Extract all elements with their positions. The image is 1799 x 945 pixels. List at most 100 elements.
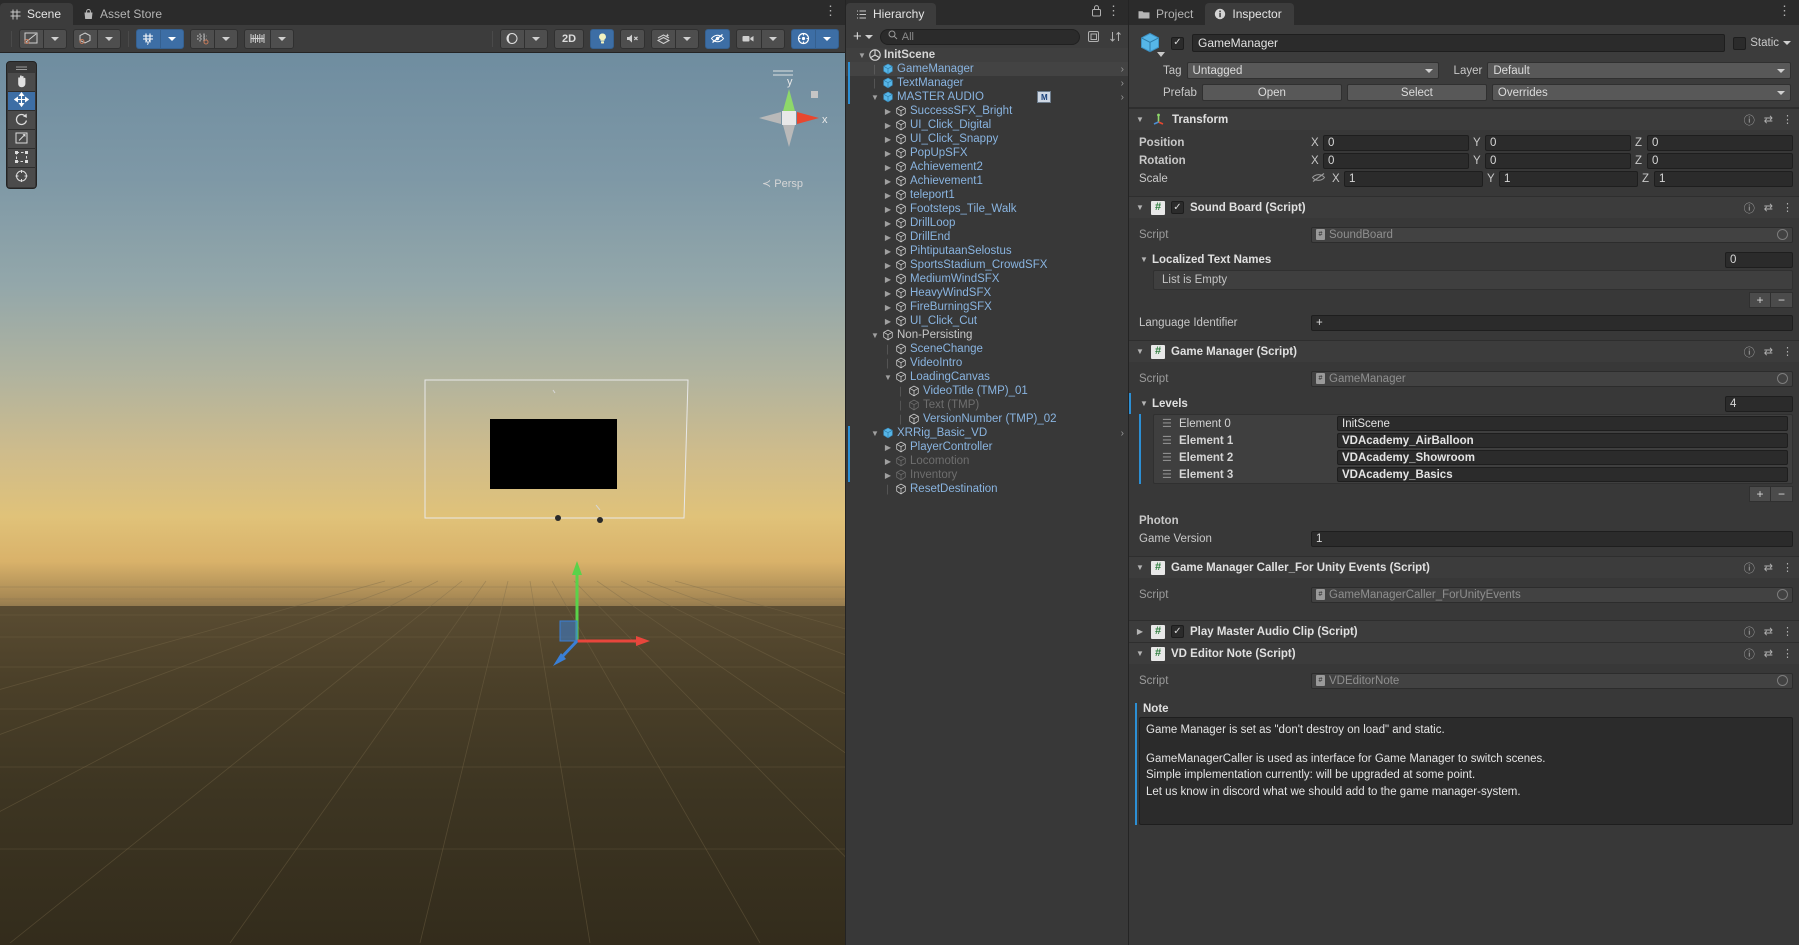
hierarchy-item[interactable]: ▶PihtiputaanSelostus (846, 244, 1128, 258)
scale-x[interactable]: X1 (1332, 171, 1483, 187)
preset-icon[interactable]: ⇄ (1764, 647, 1773, 660)
projection-mode-label[interactable]: ≺Persp (762, 177, 803, 190)
rotation-x[interactable]: X0 (1311, 153, 1469, 169)
list-size-field[interactable]: 4 (1725, 396, 1793, 412)
sort-icon[interactable] (1106, 28, 1124, 46)
snap-increment-icon[interactable] (190, 29, 214, 49)
kebab-menu-icon[interactable]: ⋮ (1782, 647, 1793, 660)
rect-tool[interactable] (8, 149, 35, 168)
chevron-down-icon[interactable]: ▼ (856, 51, 868, 60)
tab-asset-store[interactable]: Asset Store (73, 3, 174, 25)
hierarchy-item[interactable]: │TextManager› (846, 76, 1128, 90)
chevron-down-icon[interactable] (1157, 52, 1165, 57)
hierarchy-item[interactable]: ▶SuccessSFX_Bright (846, 104, 1128, 118)
position-z-field[interactable]: 0 (1647, 135, 1793, 151)
hierarchy-item[interactable]: ▶Locomotion (846, 454, 1128, 468)
chevron-right-icon[interactable]: › (1121, 92, 1128, 103)
layer-dropdown[interactable]: Default (1487, 62, 1791, 79)
scale-y-field[interactable]: 1 (1499, 171, 1638, 187)
object-picker-icon[interactable] (1777, 589, 1788, 600)
hierarchy-item[interactable]: ▶PlayerController (846, 440, 1128, 454)
hierarchy-item[interactable]: │Text (TMP) (846, 398, 1128, 412)
grid-snap-dropdown[interactable] (160, 29, 184, 49)
kebab-menu-icon[interactable]: ⋮ (1782, 345, 1793, 358)
tool-palette-grip[interactable] (8, 63, 35, 73)
grid-visibility-icon[interactable] (244, 29, 270, 49)
hierarchy-item[interactable]: ▼Non-Persisting (846, 328, 1128, 342)
hierarchy-item[interactable]: ▶MediumWindSFX (846, 272, 1128, 286)
help-icon[interactable]: ⓘ (1744, 624, 1755, 640)
scale-x-field[interactable]: 1 (1344, 171, 1483, 187)
hierarchy-item[interactable]: │VideoTitle (TMP)_01 (846, 384, 1128, 398)
chevron-right-icon[interactable]: ▶ (882, 261, 894, 270)
drag-handle-icon[interactable]: ☰ (1162, 417, 1173, 430)
rotation-x-field[interactable]: 0 (1323, 153, 1469, 169)
chevron-right-icon[interactable]: ▶ (882, 135, 894, 144)
chevron-down-icon[interactable]: ▼ (869, 93, 881, 102)
chevron-down-icon[interactable]: ▼ (869, 429, 881, 438)
hierarchy-item[interactable]: │VersionNumber (TMP)_02 (846, 412, 1128, 426)
scale-y[interactable]: Y1 (1487, 171, 1638, 187)
component-header[interactable]: ▼ # ✓ Sound Board (Script) ⓘ ⇄ ⋮ (1129, 197, 1799, 218)
hierarchy-item[interactable]: ▶FireBurningSFX (846, 300, 1128, 314)
hierarchy-item[interactable]: ▶DrillLoop (846, 216, 1128, 230)
chevron-right-icon[interactable]: ▶ (882, 205, 894, 214)
hierarchy-item[interactable]: ▶PopUpSFX (846, 146, 1128, 160)
hidden-objects-icon[interactable] (705, 29, 730, 49)
snap-increment-dropdown[interactable] (214, 29, 238, 49)
help-icon[interactable]: ⓘ (1744, 646, 1755, 662)
scale-z[interactable]: Z1 (1642, 171, 1793, 187)
list-add-button[interactable]: + (1749, 292, 1771, 308)
list-item[interactable]: ☰ Element 2 VDAcademy_Showroom (1154, 449, 1792, 466)
chevron-down-icon[interactable]: ▼ (882, 373, 894, 382)
foldout-arrow-icon[interactable]: ▼ (1135, 649, 1145, 658)
list-remove-button[interactable]: − (1771, 292, 1793, 308)
chevron-right-icon[interactable]: ▶ (882, 233, 894, 242)
rotation-y-field[interactable]: 0 (1485, 153, 1631, 169)
chevron-right-icon[interactable]: ▶ (882, 177, 894, 186)
preset-icon[interactable]: ⇄ (1764, 201, 1773, 214)
chevron-right-icon[interactable]: ▶ (882, 247, 894, 256)
hierarchy-item[interactable]: ▶UI_Click_Digital (846, 118, 1128, 132)
search-window-icon[interactable] (1084, 28, 1102, 46)
static-toggle[interactable]: Static (1733, 37, 1791, 50)
scale-tool[interactable] (8, 130, 35, 149)
hierarchy-item[interactable]: ▶Inventory (846, 468, 1128, 482)
shading-sphere-icon[interactable] (500, 29, 524, 49)
hierarchy-item[interactable]: ▶UI_Click_Snappy (846, 132, 1128, 146)
chevron-right-icon[interactable]: ▶ (882, 121, 894, 130)
constrain-proportions-off-icon[interactable] (1311, 172, 1326, 186)
drag-handle-icon[interactable]: ☰ (1162, 451, 1173, 464)
chevron-right-icon[interactable]: ▶ (882, 191, 894, 200)
hierarchy-item[interactable]: ▶HeavyWindSFX (846, 286, 1128, 300)
position-y[interactable]: Y0 (1473, 135, 1631, 151)
static-checkbox[interactable] (1733, 37, 1746, 50)
chevron-right-icon[interactable]: ▶ (882, 289, 894, 298)
foldout-arrow-icon[interactable]: ▼ (1135, 115, 1145, 124)
hierarchy-item[interactable]: ▶SportsStadium_CrowdSFX (846, 258, 1128, 272)
object-picker-icon[interactable] (1777, 373, 1788, 384)
hierarchy-search-input[interactable]: All (880, 29, 1080, 45)
position-x-field[interactable]: 0 (1323, 135, 1469, 151)
tag-dropdown[interactable]: Untagged (1187, 62, 1439, 79)
hierarchy-add-button[interactable]: + (850, 29, 876, 44)
help-icon[interactable]: ⓘ (1744, 112, 1755, 128)
audio-mute-icon[interactable] (620, 29, 645, 49)
chevron-down-icon[interactable] (1783, 41, 1791, 45)
gizmo-cube-icon[interactable] (73, 29, 97, 49)
chevron-right-icon[interactable]: ▶ (882, 317, 894, 326)
hierarchy-item[interactable]: │VideoIntro (846, 356, 1128, 370)
hierarchy-item[interactable]: ▶Achievement1 (846, 174, 1128, 188)
hierarchy-item[interactable]: │SceneChange (846, 342, 1128, 356)
preset-icon[interactable]: ⇄ (1764, 561, 1773, 574)
foldout-arrow-icon[interactable]: ▼ (1135, 347, 1145, 356)
prefab-overrides-dropdown[interactable]: Overrides (1492, 84, 1791, 101)
drag-handle-icon[interactable]: ☰ (1162, 434, 1173, 447)
object-enabled-checkbox[interactable]: ✓ (1171, 37, 1184, 50)
prefab-select-button[interactable]: Select (1347, 84, 1487, 101)
shading-dropdown[interactable] (524, 29, 548, 49)
chevron-right-icon[interactable]: ▶ (882, 219, 894, 228)
hierarchy-item[interactable]: ▼LoadingCanvas (846, 370, 1128, 384)
hierarchy-item[interactable]: │ResetDestination (846, 482, 1128, 496)
effects-dropdown[interactable] (675, 29, 699, 49)
